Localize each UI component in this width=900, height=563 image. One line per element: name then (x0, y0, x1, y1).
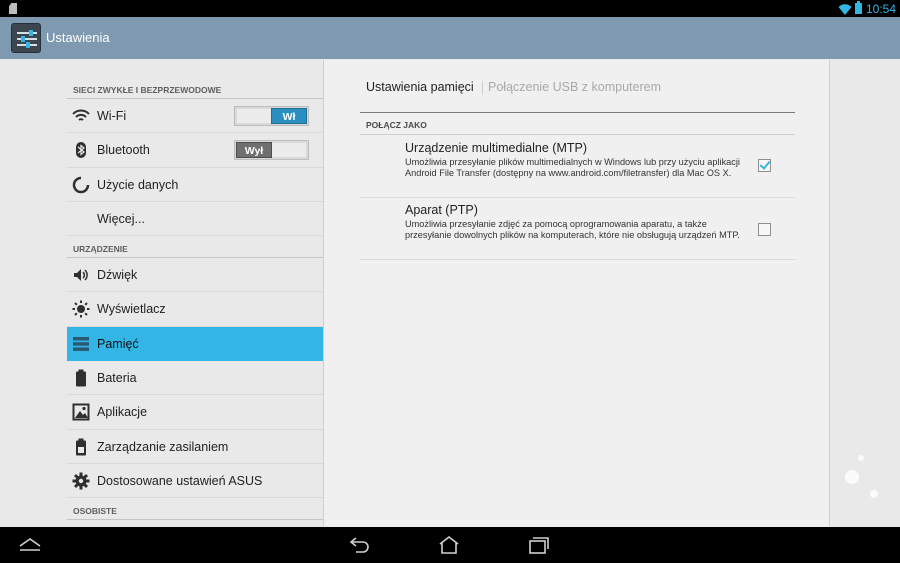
sidebar-item-label: Bluetooth (97, 143, 150, 158)
recent-apps-button[interactable] (519, 527, 559, 563)
gear-icon (72, 472, 90, 490)
home-button[interactable] (429, 527, 469, 563)
sidebar-item-label: Dostosowane ustawień ASUS (97, 473, 263, 488)
sidebar-item-storage[interactable]: Pamięć (67, 326, 323, 362)
tab-usb-connection[interactable]: Połączenie USB z komputerem (488, 80, 661, 94)
sidebar-item-label: Użycie danych (97, 177, 179, 192)
battery-icon (76, 369, 86, 387)
connect-as-header: POŁĄCZ JAKO (360, 114, 795, 135)
tab-divider (482, 81, 483, 95)
option-title: Urządzenie multimedialne (MTP) (405, 141, 588, 155)
page-title: Ustawienia (46, 30, 110, 45)
recent-apps-icon (529, 537, 549, 554)
status-bar: 10:54 (0, 0, 900, 17)
sidebar-item-label: Dźwięk (97, 268, 138, 283)
sidebar-item-label: Wyświetlacz (97, 302, 166, 317)
wifi-icon (72, 109, 90, 121)
watermark-splash (870, 490, 878, 498)
sidebar-item-label: Pamięć (97, 336, 139, 351)
sidebar-item-wifi[interactable]: Wi-Fi Wł (67, 99, 323, 134)
sidebar-item-display[interactable]: Wyświetlacz (67, 292, 323, 327)
sidebar-item-bluetooth[interactable]: Bluetooth Wył (67, 133, 323, 168)
checkmark-icon (759, 158, 771, 170)
toggle-state: Wł (271, 108, 307, 124)
settings-app-icon[interactable] (11, 23, 41, 53)
power-management-icon (76, 438, 86, 456)
wifi-toggle[interactable]: Wł (234, 106, 309, 126)
watermark-splash (845, 470, 859, 484)
battery-status-icon (855, 1, 862, 14)
option-ptp[interactable]: Aparat (PTP) Umożliwia przesyłanie zdjęć… (360, 198, 795, 260)
storage-icon (73, 336, 89, 351)
sidebar-item-battery[interactable]: Bateria (67, 361, 323, 396)
wifi-signal-icon (838, 4, 852, 15)
ptp-checkbox[interactable] (758, 223, 771, 236)
back-icon (349, 537, 369, 553)
sidebar-item-label: Zarządzanie zasilaniem (97, 439, 229, 454)
hide-navbar-button[interactable] (10, 527, 50, 563)
section-header-personal: OSOBISTE (67, 498, 323, 521)
option-description: Umożliwia przesyłanie zdjęć za pomocą op… (405, 219, 740, 240)
sidebar-item-asus-settings[interactable]: Dostosowane ustawień ASUS (67, 464, 323, 499)
storage-settings-panel: Ustawienia pamięci Połączenie USB z komp… (323, 60, 830, 527)
sidebar-item-label: Aplikacje (97, 405, 148, 420)
sidebar-item-power-management[interactable]: Zarządzanie zasilaniem (67, 430, 323, 464)
section-header-device: URZĄDZENIE (67, 236, 323, 259)
tab-bar: Ustawienia pamięci Połączenie USB z komp… (360, 80, 795, 113)
action-bar: Ustawienia (0, 17, 900, 59)
option-mtp[interactable]: Urządzenie multimedialne (MTP) Umożliwia… (360, 136, 795, 198)
sidebar-item-more[interactable]: Więcej... (67, 202, 323, 237)
sidebar-item-data-usage[interactable]: Użycie danych (67, 168, 323, 202)
navigation-bar (0, 527, 900, 563)
brightness-icon (72, 300, 90, 318)
option-description: Umożliwia przesyłanie plików multimedial… (405, 157, 740, 178)
option-title: Aparat (PTP) (405, 203, 478, 217)
volume-icon (74, 269, 88, 282)
data-usage-icon (72, 176, 90, 193)
watermark-splash (858, 455, 864, 461)
sidebar-item-label: Wi-Fi (97, 109, 127, 123)
section-header-wireless: SIECI ZWYKŁE I BEZPRZEWODOWE (67, 59, 323, 99)
mtp-checkbox[interactable] (758, 158, 771, 172)
sidebar-item-sound[interactable]: Dźwięk (67, 258, 323, 293)
back-button[interactable] (340, 527, 380, 563)
sd-card-icon (9, 3, 17, 14)
sidebar-item-label: Więcej... (97, 211, 145, 226)
tab-storage-settings[interactable]: Ustawienia pamięci (366, 80, 474, 94)
settings-sidebar: SIECI ZWYKŁE I BEZPRZEWODOWE Wi-Fi Wł Bl… (67, 59, 323, 527)
toggle-state: Wył (236, 142, 272, 159)
bluetooth-toggle[interactable]: Wył (234, 140, 309, 161)
bluetooth-icon (76, 142, 86, 159)
clock: 10:54 (866, 2, 897, 16)
home-icon (439, 535, 459, 554)
chevron-up-icon (19, 538, 41, 551)
apps-icon (72, 403, 90, 421)
sidebar-item-apps[interactable]: Aplikacje (67, 395, 323, 430)
sidebar-item-label: Bateria (97, 371, 137, 386)
